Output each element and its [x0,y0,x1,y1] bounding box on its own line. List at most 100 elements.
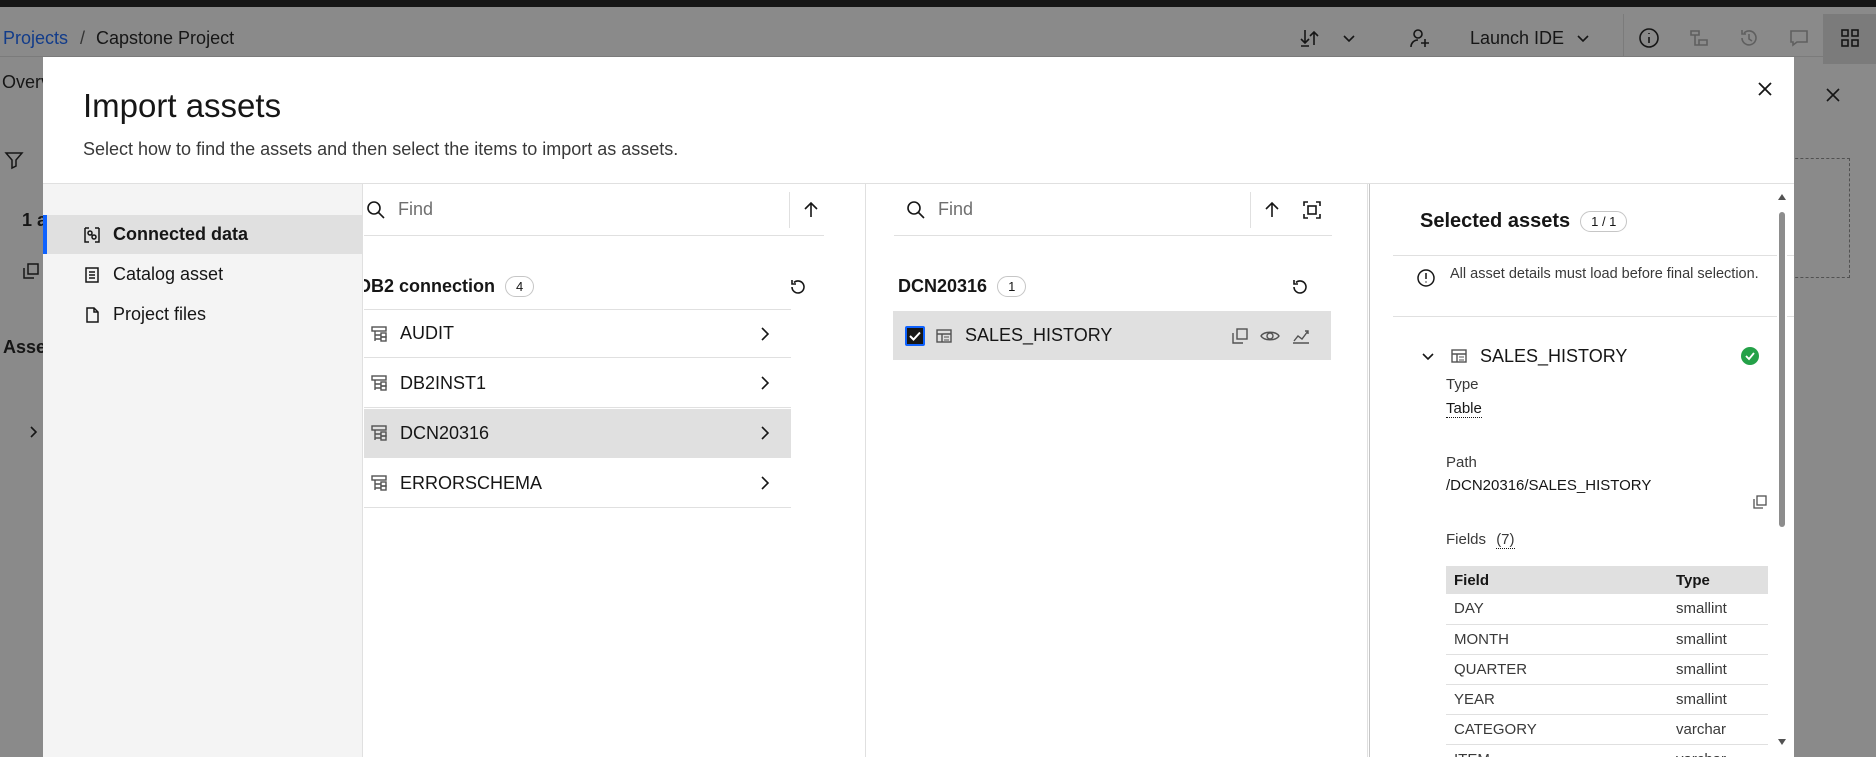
nav-catalog-asset[interactable]: Catalog asset [43,255,363,294]
table-header-row: Field Type [1446,566,1768,594]
field-type: varchar [1668,714,1768,745]
table-icon [1450,347,1468,365]
chevron-right-icon [755,374,773,392]
nav-connected-data[interactable]: Connected data [43,215,363,254]
profile-icon[interactable] [1291,327,1311,345]
table-row: DAY smallint [1446,594,1768,625]
arrow-up-icon [804,201,818,217]
refresh-icon[interactable] [1290,277,1310,297]
selected-assets-panel: Selected assets 1 / 1 All asset details … [1369,184,1794,757]
search-icon [366,200,386,220]
chevron-right-icon [755,474,773,492]
copy-icon[interactable] [1752,494,1768,510]
modal-subtitle: Select how to find the assets and then s… [83,139,679,159]
column-header: Field [1446,566,1668,594]
count-badge: 1 / 1 [1580,211,1628,232]
sort-button[interactable] [791,184,831,236]
table-row: YEAR smallint [1446,684,1768,715]
path-value: /DCN20316/SALES_HISTORY [1446,477,1652,494]
field-type: smallint [1668,594,1768,625]
field-type: smallint [1668,654,1768,685]
count-badge: 4 [505,276,535,297]
selected-asset-header[interactable]: SALES_HISTORY [1420,342,1760,370]
nav-label: Catalog asset [113,264,224,284]
catalog-icon [83,266,101,284]
select-all-button[interactable] [1292,184,1332,236]
fit-to-screen-icon [1303,201,1321,219]
schema-label: AUDIT [400,323,454,343]
checkmark-filled-icon [1740,346,1760,366]
asset-name: SALES_HISTORY [1480,345,1628,366]
path-label: Path [1446,454,1477,471]
scrollbar-thumb[interactable] [1779,212,1785,527]
schema-row[interactable]: DB2INST1 [364,359,791,408]
chevron-right-icon [755,325,773,343]
field-type: smallint [1668,624,1768,655]
fields-label-text: Fields [1446,531,1487,548]
divider [1393,316,1794,317]
schema-icon [370,424,388,442]
field-type: varchar [1668,744,1768,757]
info-icon [1416,268,1436,288]
search-input[interactable]: Find [398,199,433,220]
schema-icon [370,325,388,343]
type-value: Table [1446,400,1482,418]
column-heading: DB2 connection 4 [364,276,535,297]
schema-row[interactable]: AUDIT [364,309,791,358]
scroll-down-icon[interactable] [1777,737,1787,747]
divider [1393,255,1794,256]
search-box[interactable]: Find [364,184,824,236]
refresh-icon[interactable] [788,277,808,297]
source-nav: Connected data Catalog asset Project fil… [43,184,363,757]
schema-icon [370,474,388,492]
field-name: ITEM [1446,744,1668,757]
search-input[interactable]: Find [938,199,973,220]
preview-eye-icon[interactable] [1260,327,1280,345]
panel-title-text: Selected assets [1420,210,1571,232]
close-icon[interactable] [1753,77,1777,101]
chevron-down-icon[interactable] [1420,348,1436,364]
field-name: QUARTER [1446,654,1668,685]
nav-label: Project files [113,304,207,324]
field-type: smallint [1668,684,1768,715]
column-heading: DCN20316 1 [898,276,1027,297]
heading-text: DB2 connection [364,276,496,296]
table-label: SALES_HISTORY [965,325,1113,345]
panel-title: Selected assets 1 / 1 [1420,210,1628,233]
fields-count: (7) [1496,531,1515,549]
fields-table: Field Type DAY smallint MONTH smallint QUA… [1446,566,1768,757]
copy-icon[interactable] [1231,327,1249,345]
chevron-right-icon [755,424,773,442]
field-name: MONTH [1446,624,1668,655]
column-header: Type [1668,566,1768,594]
connection-icon [83,226,101,244]
schema-column: Find DB2 connection 4 AUDIT DB2INST1 DCN… [364,184,866,757]
fields-label: Fields (7) [1446,531,1515,549]
nav-project-files[interactable]: Project files [43,295,363,334]
table-row-selected[interactable]: SALES_HISTORY [893,311,1331,360]
schema-row[interactable]: ERRORSCHEMA [364,459,791,508]
scroll-up-icon[interactable] [1777,192,1787,202]
sort-button[interactable] [1252,184,1292,236]
checkbox[interactable] [905,325,925,346]
field-name: CATEGORY [1446,714,1668,745]
schema-label: DCN20316 [400,422,490,443]
table-column: Find DCN20316 1 SALES_HISTORY [866,184,1368,757]
import-assets-modal: Import assets Select how to find the ass… [43,57,1794,757]
notice-text: All asset details must load before final… [1450,266,1759,282]
checkmark-icon [909,331,921,341]
divider [1250,192,1251,228]
table-icon [935,327,953,345]
table-row: QUARTER smallint [1446,654,1768,685]
arrow-up-icon [1265,201,1279,217]
schema-label: DB2INST1 [400,372,487,393]
heading-text: DCN20316 [898,276,988,296]
table-row: CATEGORY varchar [1446,714,1768,745]
schema-label: ERRORSCHEMA [400,472,543,493]
schema-row-selected[interactable]: DCN20316 [364,409,791,458]
count-badge: 1 [997,276,1027,297]
modal-title: Import assets [83,87,282,124]
table-row: ITEMvarchar [1446,744,1768,757]
info-notice: All asset details must load before final… [1416,264,1776,287]
divider [789,192,790,228]
